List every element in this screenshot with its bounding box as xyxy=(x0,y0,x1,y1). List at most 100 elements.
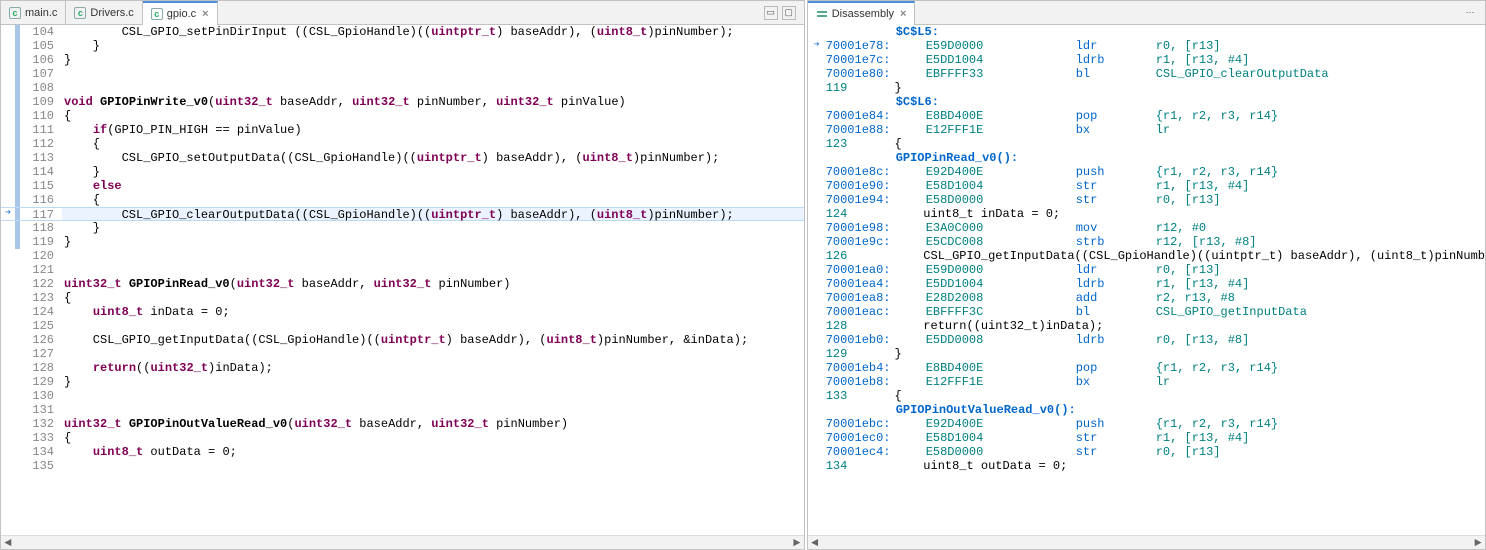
source-line: uint8_t inData = 0; xyxy=(866,207,1485,221)
disasm-line[interactable]: 134 uint8_t outData = 0; xyxy=(808,459,1485,473)
asm-address: 70001e84: xyxy=(826,109,896,123)
line-number: 112 xyxy=(20,137,62,151)
code-line[interactable]: 116 { xyxy=(1,193,804,207)
asm-address: 70001e7c: xyxy=(826,53,896,67)
code-line[interactable]: 122uint32_t GPIOPinRead_v0(uint32_t base… xyxy=(1,277,804,291)
disasm-line[interactable]: 70001e80:EBFFFF33blCSL_GPIO_clearOutputD… xyxy=(808,67,1485,81)
marker-column xyxy=(808,151,826,165)
code-line[interactable]: 130 xyxy=(1,389,804,403)
tab-disassembly[interactable]: Disassembly × xyxy=(808,1,916,25)
code-line[interactable]: 135 xyxy=(1,459,804,473)
disasm-line[interactable]: 70001ea8:E28D2008addr2, r13, #8 xyxy=(808,291,1485,305)
tab-main-c[interactable]: cmain.c xyxy=(1,1,66,24)
disasm-line[interactable]: 119 } xyxy=(808,81,1485,95)
disassembly-icon xyxy=(816,8,828,20)
code-line[interactable]: 132uint32_t GPIOPinOutValueRead_v0(uint3… xyxy=(1,417,804,431)
disasm-line[interactable]: 129 } xyxy=(808,347,1485,361)
disasm-line[interactable]: 70001e9c:E5CDC008strbr12, [r13, #8] xyxy=(808,235,1485,249)
disasm-line[interactable]: 70001e98:E3A0C000movr12, #0 xyxy=(808,221,1485,235)
code-line[interactable]: 119} xyxy=(1,235,804,249)
disasm-line[interactable]: 70001ec4:E58D0000strr0, [r13] xyxy=(808,445,1485,459)
code-line[interactable]: 129} xyxy=(1,375,804,389)
code-line[interactable]: 112 { xyxy=(1,137,804,151)
code-line[interactable]: 134 uint8_t outData = 0; xyxy=(1,445,804,459)
asm-label: GPIOPinRead_v0(): xyxy=(896,151,1485,165)
line-number: 127 xyxy=(20,347,62,361)
scroll-left-icon[interactable]: ◄ xyxy=(808,536,822,549)
code-line[interactable]: 110{ xyxy=(1,109,804,123)
scroll-right-icon[interactable]: ► xyxy=(1471,536,1485,549)
close-icon[interactable]: × xyxy=(900,8,906,20)
code-line[interactable]: 131 xyxy=(1,403,804,417)
code-line[interactable]: 113 CSL_GPIO_setOutputData((CSL_GpioHand… xyxy=(1,151,804,165)
disasm-line[interactable]: 123 { xyxy=(808,137,1485,151)
code-line[interactable]: 120 xyxy=(1,249,804,263)
disasm-line[interactable]: 70001ea0:E59D0000ldrr0, [r13] xyxy=(808,263,1485,277)
code-line[interactable]: 125 xyxy=(1,319,804,333)
asm-operands: r1, [r13, #4] xyxy=(1156,53,1485,67)
code-line[interactable]: 108 xyxy=(1,81,804,95)
marker-column xyxy=(1,375,15,389)
line-number: 107 xyxy=(20,67,62,81)
disasm-line[interactable]: 70001e8c:E92D400Epush{r1, r2, r3, r14} xyxy=(808,165,1485,179)
tab-gpio-c[interactable]: cgpio.c× xyxy=(143,1,218,25)
disasm-line[interactable]: 70001ea4:E5DD1004ldrbr1, [r13, #4] xyxy=(808,277,1485,291)
source-editor[interactable]: 104 CSL_GPIO_setPinDirInput ((CSL_GpioHa… xyxy=(1,25,804,535)
code-line[interactable]: 126 CSL_GPIO_getInputData((CSL_GpioHandl… xyxy=(1,333,804,347)
code-line[interactable]: 109void GPIOPinWrite_v0(uint32_t baseAdd… xyxy=(1,95,804,109)
disasm-line[interactable]: $C$L6: xyxy=(808,95,1485,109)
minimize-button[interactable]: ▭ xyxy=(764,6,778,20)
code-line[interactable]: 111 if(GPIO_PIN_HIGH == pinValue) xyxy=(1,123,804,137)
disasm-line[interactable]: 70001eb4:E8BD400Epop{r1, r2, r3, r14} xyxy=(808,361,1485,375)
code-line[interactable]: ➔117 CSL_GPIO_clearOutputData((CSL_GpioH… xyxy=(1,207,804,221)
code-line[interactable]: 106} xyxy=(1,53,804,67)
code-line[interactable]: 127 xyxy=(1,347,804,361)
code-line[interactable]: 121 xyxy=(1,263,804,277)
disasm-line[interactable]: $C$L5: xyxy=(808,25,1485,39)
code-line[interactable]: 124 uint8_t inData = 0; xyxy=(1,305,804,319)
disasm-line[interactable]: 70001eb0:E5DD0008ldrbr0, [r13, #8] xyxy=(808,333,1485,347)
maximize-button[interactable]: ▢ xyxy=(782,6,796,20)
disasm-line[interactable]: 70001e88:E12FFF1Ebxlr xyxy=(808,123,1485,137)
disasm-line[interactable]: 70001ec0:E58D1004strr1, [r13, #4] xyxy=(808,431,1485,445)
disasm-line[interactable]: ➔70001e78:E59D0000ldrr0, [r13] xyxy=(808,39,1485,53)
disasm-line[interactable]: 70001eac:EBFFFF3CblCSL_GPIO_getInputData xyxy=(808,305,1485,319)
code-line[interactable]: 105 } xyxy=(1,39,804,53)
disasm-line[interactable]: 70001e90:E58D1004strr1, [r13, #4] xyxy=(808,179,1485,193)
asm-mnemonic: push xyxy=(1076,417,1156,431)
marker-column: ➔ xyxy=(1,208,15,220)
tab-Drivers-c[interactable]: cDrivers.c xyxy=(66,1,142,24)
code-line[interactable]: 104 CSL_GPIO_setPinDirInput ((CSL_GpioHa… xyxy=(1,25,804,39)
disasm-line[interactable]: 70001e7c:E5DD1004ldrbr1, [r13, #4] xyxy=(808,53,1485,67)
disasm-line[interactable]: 126 CSL_GPIO_getInputData((CSL_GpioHandl… xyxy=(808,249,1485,263)
disasm-line[interactable]: GPIOPinRead_v0(): xyxy=(808,151,1485,165)
toolbar-button[interactable]: ⋯ xyxy=(1463,6,1477,20)
code-line[interactable]: 107 xyxy=(1,67,804,81)
code-line[interactable]: 133{ xyxy=(1,431,804,445)
disasm-line[interactable]: 70001eb8:E12FFF1Ebxlr xyxy=(808,375,1485,389)
disasm-line[interactable]: 124 uint8_t inData = 0; xyxy=(808,207,1485,221)
marker-column xyxy=(1,445,15,459)
disasm-line[interactable]: 70001ebc:E92D400Epush{r1, r2, r3, r14} xyxy=(808,417,1485,431)
disasm-line[interactable]: GPIOPinOutValueRead_v0(): xyxy=(808,403,1485,417)
code-line[interactable]: 123{ xyxy=(1,291,804,305)
code-line[interactable]: 114 } xyxy=(1,165,804,179)
scroll-left-icon[interactable]: ◄ xyxy=(1,536,15,549)
marker-column xyxy=(1,333,15,347)
disasm-line[interactable]: 70001e94:E58D0000strr0, [r13] xyxy=(808,193,1485,207)
code-line[interactable]: 115 else xyxy=(1,179,804,193)
code-line[interactable]: 128 return((uint32_t)inData); xyxy=(1,361,804,375)
asm-bytes: E58D0000 xyxy=(926,193,1006,207)
disasm-line[interactable]: 70001e84:E8BD400Epop{r1, r2, r3, r14} xyxy=(808,109,1485,123)
asm-operands: r0, [r13] xyxy=(1156,193,1485,207)
asm-mnemonic: pop xyxy=(1076,361,1156,375)
disassembly-view[interactable]: $C$L5:➔70001e78:E59D0000ldrr0, [r13]7000… xyxy=(808,25,1485,535)
code-line[interactable]: 118 } xyxy=(1,221,804,235)
code-content xyxy=(62,389,804,403)
disasm-line[interactable]: 128 return((uint32_t)inData); xyxy=(808,319,1485,333)
horizontal-scrollbar[interactable]: ◄ ► xyxy=(1,535,804,549)
disasm-line[interactable]: 133 { xyxy=(808,389,1485,403)
close-icon[interactable]: × xyxy=(202,8,208,20)
scroll-right-icon[interactable]: ► xyxy=(790,536,804,549)
horizontal-scrollbar[interactable]: ◄ ► xyxy=(808,535,1485,549)
